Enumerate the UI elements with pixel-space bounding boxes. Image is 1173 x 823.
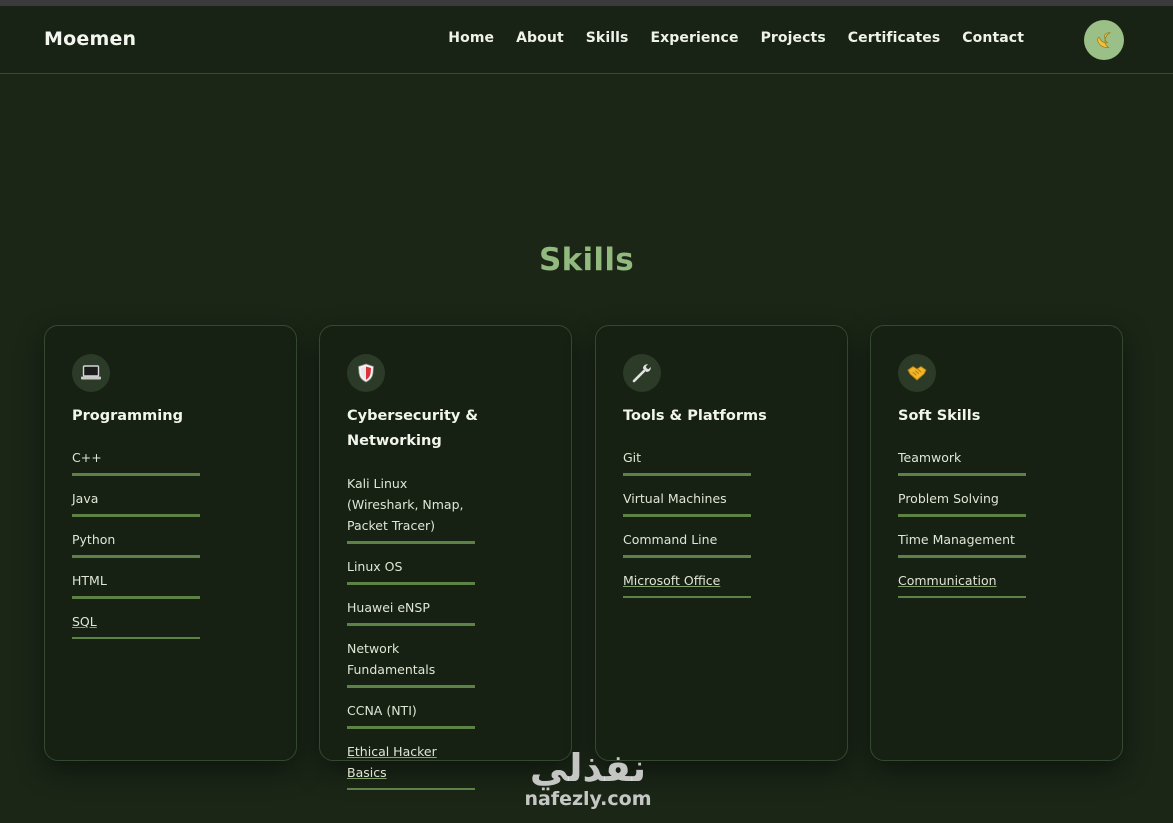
- card-title: Soft Skills: [898, 408, 981, 424]
- laptop-icon: [81, 365, 101, 380]
- section-title: Skills: [538, 242, 635, 278]
- skill-list: Git Virtual Machines Command Line Micros…: [623, 447, 751, 610]
- card-title: Programming: [72, 408, 183, 424]
- nav-links: Home About Skills Experience Projects Ce…: [448, 30, 1024, 46]
- watermark-arabic: نفذلي: [529, 746, 647, 790]
- skill-item: Python: [72, 529, 200, 558]
- nav-link-experience[interactable]: Experience: [650, 30, 738, 46]
- watermark: نفذلي nafezly.com: [508, 748, 668, 810]
- nav-link-skills[interactable]: Skills: [586, 30, 629, 46]
- moon-icon: [1097, 32, 1111, 48]
- skill-item: Linux OS: [347, 556, 475, 585]
- skill-card-tools: Tools & Platforms Git Virtual Machines C…: [595, 325, 848, 761]
- skill-card-programming: Programming C++ Java Python HTML SQL: [44, 325, 297, 761]
- skill-item: CCNA (NTI): [347, 700, 475, 729]
- wrench-icon: [632, 364, 651, 383]
- skill-item: Java: [72, 488, 200, 517]
- skill-item: Git: [623, 447, 751, 476]
- navbar: Moemen Home About Skills Experience Proj…: [0, 6, 1173, 74]
- nav-link-about[interactable]: About: [516, 30, 564, 46]
- nav-link-projects[interactable]: Projects: [761, 30, 826, 46]
- skill-item: Network Fundamentals: [347, 638, 475, 688]
- skill-item: Huawei eNSP: [347, 597, 475, 626]
- skill-item: Problem Solving: [898, 488, 1026, 517]
- skill-item: HTML: [72, 570, 200, 599]
- shield-icon: [358, 363, 374, 383]
- skill-card-cybersecurity: Cybersecurity & Networking Kali Linux (W…: [319, 325, 572, 790]
- skill-item: C++: [72, 447, 200, 476]
- handshake-icon: [907, 365, 927, 381]
- skill-item: Microsoft Office: [623, 570, 751, 598]
- skill-item: Command Line: [623, 529, 751, 558]
- skill-list: Kali Linux (Wireshark, Nmap, Packet Trac…: [347, 473, 475, 802]
- card-icon-wrap: [347, 354, 385, 392]
- theme-toggle-button[interactable]: [1084, 20, 1124, 60]
- skill-item: Time Management: [898, 529, 1026, 558]
- skill-card-soft-skills: Soft Skills Teamwork Problem Solving Tim…: [870, 325, 1123, 761]
- skill-list: Teamwork Problem Solving Time Management…: [898, 447, 1026, 610]
- skill-list: C++ Java Python HTML SQL: [72, 447, 200, 651]
- card-icon-wrap: [898, 354, 936, 392]
- skill-item: Communication: [898, 570, 1026, 598]
- skill-item: SQL: [72, 611, 200, 639]
- skill-item: Ethical Hacker Basics: [347, 741, 475, 790]
- skill-item: Kali Linux (Wireshark, Nmap, Packet Trac…: [347, 473, 475, 544]
- nav-link-certificates[interactable]: Certificates: [848, 30, 941, 46]
- card-icon-wrap: [72, 354, 110, 392]
- brand-logo[interactable]: Moemen: [44, 28, 136, 50]
- nav-link-home[interactable]: Home: [448, 30, 494, 46]
- card-title: Cybersecurity & Networking: [347, 408, 479, 449]
- card-icon-wrap: [623, 354, 661, 392]
- card-title: Tools & Platforms: [623, 408, 767, 424]
- nav-link-contact[interactable]: Contact: [962, 30, 1024, 46]
- watermark-url: nafezly.com: [524, 788, 652, 810]
- skill-item: Virtual Machines: [623, 488, 751, 517]
- skill-item: Teamwork: [898, 447, 1026, 476]
